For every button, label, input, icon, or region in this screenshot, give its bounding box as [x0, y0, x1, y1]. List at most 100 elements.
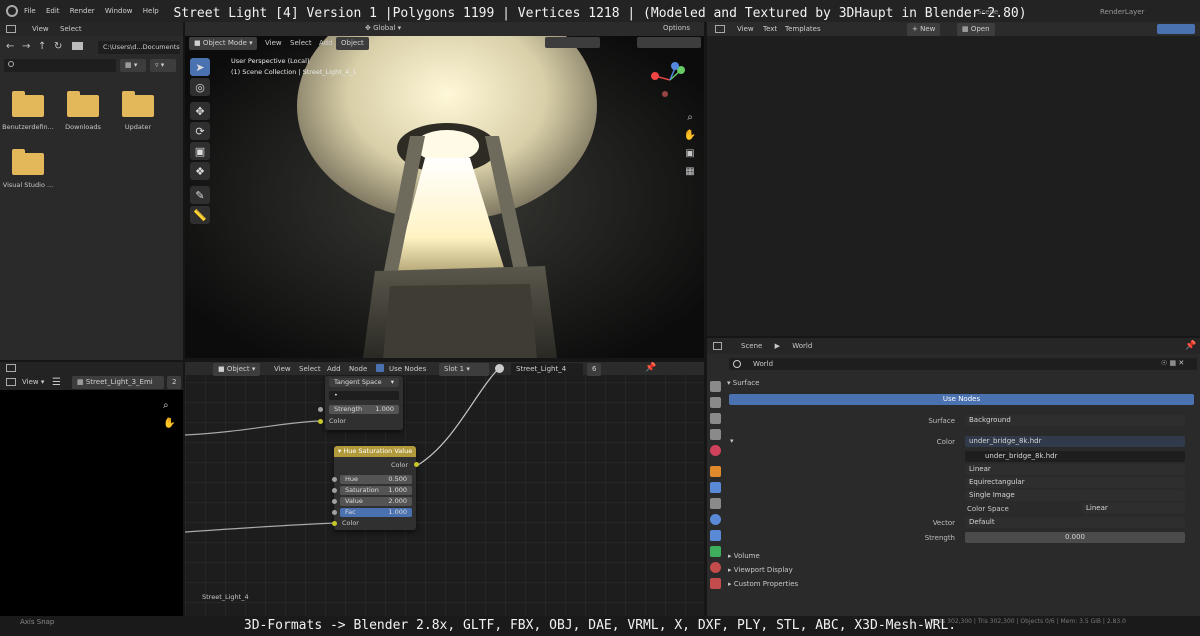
world-tab-icon[interactable]	[709, 445, 721, 456]
annotate-tool-icon[interactable]: ✎	[190, 186, 210, 204]
particles-tab-icon[interactable]	[709, 498, 721, 509]
strength-socket[interactable]	[318, 407, 323, 412]
volume-panel[interactable]: ▸ Volume	[728, 550, 1188, 562]
color-space-dropdown[interactable]: Linear	[1082, 503, 1185, 514]
surface-dropdown[interactable]: Background	[965, 415, 1185, 426]
move-tool-icon[interactable]: ✥	[190, 102, 210, 120]
folder-item[interactable]: Updater	[111, 91, 165, 131]
hue-field[interactable]: Hue 0.500	[340, 475, 412, 484]
cursor-tool-icon[interactable]: ◎	[190, 78, 210, 96]
pin-icon[interactable]: 📌	[1185, 341, 1196, 351]
layout-icons[interactable]	[1157, 24, 1195, 34]
output-tab-icon[interactable]	[709, 397, 721, 408]
fac-field[interactable]: Fac 1.000	[340, 508, 412, 517]
hue-socket[interactable]	[332, 477, 337, 482]
display-mode-button[interactable]: ▦ ▾	[120, 59, 146, 72]
properties-type-icon[interactable]	[713, 342, 722, 350]
zoom-icon[interactable]: ⌕	[163, 400, 169, 411]
use-nodes-button[interactable]: Use Nodes	[729, 394, 1194, 405]
hue-saturation-value-node[interactable]: ▾ Hue Saturation Value Color Hue 0.500 Sa…	[332, 446, 419, 530]
navigation-gizmo[interactable]	[645, 60, 695, 104]
text-menu-templates[interactable]: Templates	[781, 22, 825, 36]
strength-field[interactable]: Strength 1.000	[329, 405, 399, 414]
color-input-link[interactable]: under_bridge_8k.hdr	[965, 436, 1185, 447]
strength-slider[interactable]: 0.000	[965, 532, 1185, 543]
user-count[interactable]: 2	[167, 376, 182, 389]
folder-item[interactable]: Benutzerdefin...	[1, 91, 55, 131]
vector-dropdown[interactable]: Default	[965, 517, 1185, 528]
view-layer-tab-icon[interactable]	[709, 413, 721, 424]
text-menu-text[interactable]: Text	[759, 22, 781, 36]
image-menu-view[interactable]: View ▾	[18, 375, 48, 389]
fake-user-icon[interactable]: ☉ ▦ ✕	[1161, 359, 1184, 367]
object-mode-dropdown[interactable]: ■ Object Mode ▾	[189, 37, 257, 50]
rotate-tool-icon[interactable]: ⟳	[190, 122, 210, 140]
forward-arrow-icon[interactable]: →	[22, 41, 30, 52]
uv-map-field[interactable]: •	[329, 391, 399, 400]
surface-panel-header[interactable]: ▾ Surface	[727, 377, 1197, 389]
render-tab-icon[interactable]	[709, 381, 721, 392]
source-dropdown[interactable]: Single Image	[965, 490, 1185, 501]
camera-icon[interactable]: ▣	[683, 144, 697, 162]
editor-type-icon[interactable]	[6, 364, 16, 372]
back-arrow-icon[interactable]: ←	[6, 41, 14, 52]
saturation-field[interactable]: Saturation 1.000	[340, 486, 412, 495]
scale-tool-icon[interactable]: ▣	[190, 142, 210, 160]
breadcrumb-world[interactable]: World	[792, 342, 812, 350]
value-socket[interactable]	[332, 499, 337, 504]
folder-item[interactable]: Visual Studio ...	[1, 149, 55, 189]
grid-perspective-icon[interactable]: ▦	[683, 162, 697, 180]
tangent-space-dropdown[interactable]: Tangent Space ▾	[329, 378, 399, 387]
file-menu-view[interactable]: View	[28, 22, 53, 36]
modifier-tab-icon[interactable]	[709, 482, 721, 493]
breadcrumb-scene[interactable]: Scene	[741, 342, 762, 350]
text-menu-view[interactable]: View	[733, 22, 758, 36]
projection-dropdown[interactable]: Equirectangular	[965, 477, 1185, 488]
custom-properties-panel[interactable]: ▸ Custom Properties	[728, 578, 1188, 590]
image-mode-icon[interactable]	[6, 378, 16, 386]
hamburger-icon[interactable]: ☰	[52, 377, 61, 388]
viewport-overlay-icons[interactable]	[545, 37, 600, 48]
viewport-options-button[interactable]: Options	[663, 24, 690, 32]
hsv-output-socket[interactable]	[414, 462, 419, 467]
color-input-socket[interactable]	[318, 419, 323, 424]
node-editor[interactable]: ■ Object ▾ View Select Add Node Use Node…	[185, 362, 704, 616]
file-path-field[interactable]: C:\Users\d...Documents\	[98, 41, 180, 54]
interpolation-dropdown[interactable]: Linear	[965, 464, 1185, 475]
filter-button[interactable]: ▿ ▾	[150, 59, 176, 72]
constraints-tab-icon[interactable]	[709, 530, 721, 541]
file-menu-select[interactable]: Select	[56, 22, 86, 36]
pan-hand-icon[interactable]: ✋	[163, 418, 175, 429]
viewport-menu-object[interactable]: Object	[336, 37, 369, 50]
fac-socket[interactable]	[332, 510, 337, 515]
text-editor-type-icon[interactable]	[715, 25, 725, 33]
refresh-icon[interactable]: ↻	[54, 41, 62, 52]
hsv-color-input-socket[interactable]	[332, 521, 337, 526]
select-tool-icon[interactable]: ➤	[190, 58, 210, 76]
pan-hand-icon[interactable]: ✋	[683, 126, 697, 144]
hsv-node-header[interactable]: ▾ Hue Saturation Value	[334, 446, 416, 457]
viewport-display-panel[interactable]: ▸ Viewport Display	[728, 564, 1188, 576]
editor-type-icon[interactable]	[6, 25, 16, 33]
scene-tab-icon[interactable]	[709, 429, 721, 440]
saturation-socket[interactable]	[332, 488, 337, 493]
value-field[interactable]: Value 2.000	[340, 497, 412, 506]
parent-dir-icon[interactable]: ↑	[38, 41, 46, 52]
viewport-menu-add[interactable]: Add	[315, 36, 337, 50]
text-new-button[interactable]: + New	[907, 23, 941, 36]
measure-tool-icon[interactable]: 📏	[190, 206, 210, 224]
shading-mode-icons[interactable]	[637, 37, 701, 48]
image-selector[interactable]: ▦ Street_Light_3_Emi	[72, 376, 164, 389]
material-tab-icon[interactable]	[709, 562, 721, 573]
3d-viewport[interactable]: ■ Object Mode ▾ View Select Add Object U…	[185, 36, 704, 358]
zoom-icon[interactable]: ⌕	[683, 108, 697, 126]
expand-arrow-icon[interactable]: ▾	[730, 437, 734, 445]
transform-tool-icon[interactable]: ❖	[190, 162, 210, 180]
viewport-menu-select[interactable]: Select	[286, 36, 316, 50]
viewport-menu-view[interactable]: View	[261, 36, 286, 50]
world-selector[interactable]: World ☉ ▦ ✕	[729, 358, 1197, 370]
new-folder-icon[interactable]	[72, 42, 83, 50]
transform-orientation[interactable]: ✥ Global ▾	[365, 24, 401, 32]
object-tab-icon[interactable]	[709, 466, 721, 477]
file-search-input[interactable]	[4, 59, 116, 72]
